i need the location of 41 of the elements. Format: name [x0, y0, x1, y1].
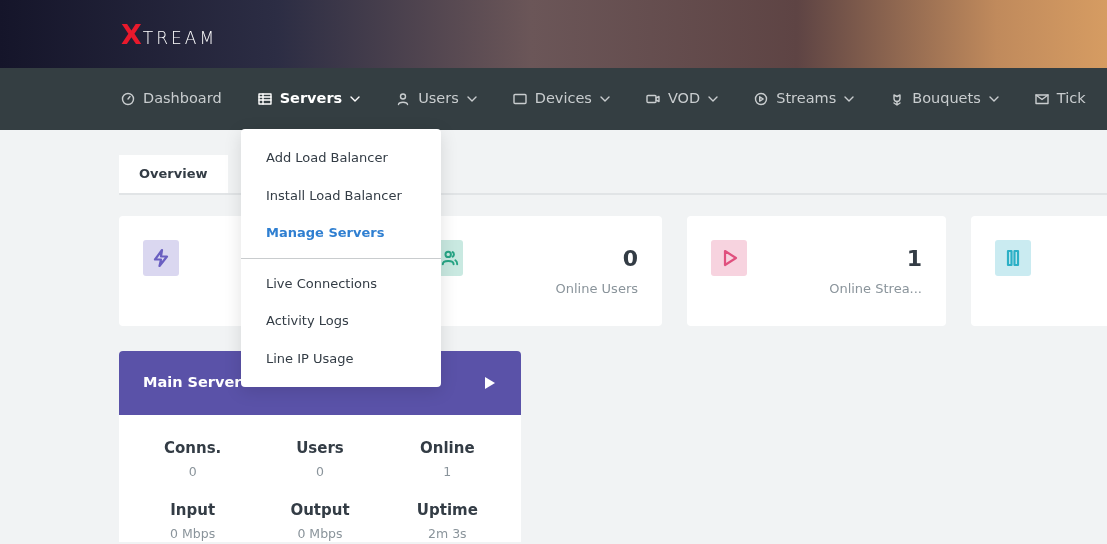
server-title: Main Server	[143, 373, 242, 393]
menu-item[interactable]: Install Load Balancer	[241, 176, 441, 214]
menu-item[interactable]: Line IP Usage	[241, 339, 441, 377]
gauge-icon	[121, 92, 135, 106]
nav-item[interactable]: Bouquets	[879, 88, 1010, 110]
menu-item[interactable]: Add Load Balancer	[241, 139, 441, 177]
stat-label: Output	[289, 500, 351, 520]
stat-label: Online Strea...	[829, 280, 922, 298]
nav-item[interactable]: Users	[385, 88, 488, 110]
user-icon	[396, 92, 411, 106]
nav-item[interactable]: VOD	[634, 88, 730, 110]
stat-label: Online	[419, 438, 476, 458]
stat-label: Input	[169, 500, 217, 520]
table-icon	[257, 92, 272, 106]
stat-value: 0 Mbps	[169, 526, 217, 542]
nav-item[interactable]: Tick	[1023, 88, 1097, 110]
envelope-icon	[1034, 92, 1049, 106]
play-circle-icon	[754, 92, 769, 106]
play-icon[interactable]	[485, 377, 495, 389]
monitor-icon	[512, 92, 527, 106]
menu-item[interactable]: Manage Servers	[241, 214, 441, 252]
tab[interactable]: Overview	[119, 155, 228, 193]
video-camera-icon	[645, 92, 660, 106]
nav-item[interactable]: Servers	[246, 88, 372, 110]
logo[interactable]: XTREAM	[121, 20, 218, 48]
stat-value: 1	[905, 248, 922, 270]
nav-item[interactable]: Dashboard	[110, 88, 233, 110]
nav-item[interactable]: Streams	[743, 88, 866, 110]
stat-label: Online Users	[555, 280, 638, 298]
stat-value: 0	[315, 464, 325, 480]
stat-value: 1	[442, 464, 453, 480]
stat-label: Users	[295, 438, 345, 458]
stat-value: 2m 3s	[427, 526, 468, 542]
menu-item[interactable]: Activity Logs	[241, 302, 441, 340]
stat-value: 0	[187, 464, 198, 480]
nav-item[interactable]: Devices	[501, 88, 621, 110]
stat-label: Uptime	[415, 500, 479, 520]
menu-item[interactable]: Live Connections	[241, 264, 441, 302]
stat-value: 0 Mbps	[296, 526, 344, 542]
stat-label: Conns.	[163, 438, 223, 458]
stat-value: 0	[621, 248, 638, 270]
